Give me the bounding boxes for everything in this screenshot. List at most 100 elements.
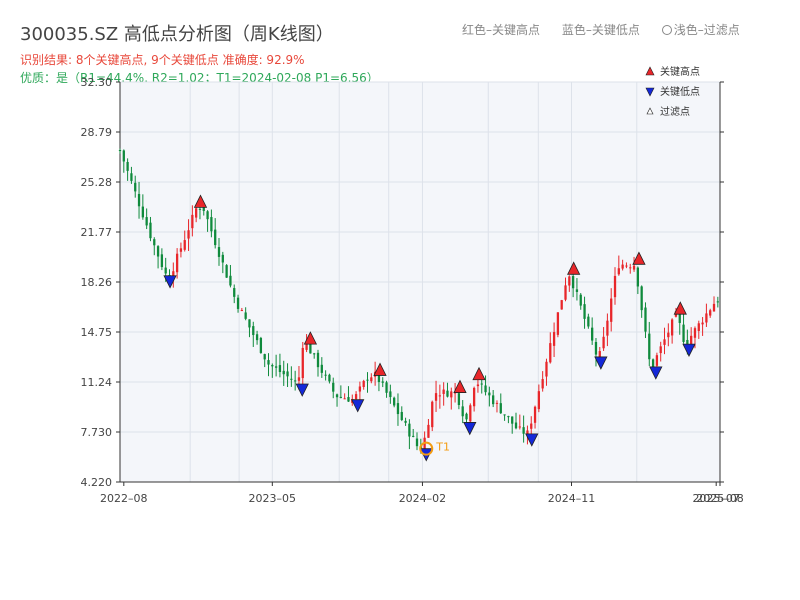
candle-body bbox=[472, 387, 476, 407]
candle-body bbox=[415, 438, 419, 447]
candle-body bbox=[183, 240, 186, 250]
candle-body bbox=[571, 276, 575, 289]
candle-body bbox=[412, 435, 415, 437]
candle-body bbox=[442, 389, 445, 394]
legend-high-icon bbox=[645, 66, 655, 76]
candle-body bbox=[370, 377, 373, 382]
candle-body bbox=[274, 366, 278, 368]
y-tick-label: 28.79 bbox=[81, 126, 113, 139]
candle-body bbox=[122, 150, 125, 162]
candle-body bbox=[434, 393, 438, 401]
candle-body bbox=[324, 374, 327, 376]
candle-body bbox=[712, 303, 716, 312]
candle-body bbox=[522, 427, 525, 434]
candle-body bbox=[667, 332, 670, 338]
candle-body bbox=[670, 319, 674, 336]
candle-body bbox=[450, 391, 453, 398]
candle-body bbox=[651, 359, 655, 367]
candle-body bbox=[286, 371, 289, 377]
candle-body bbox=[248, 319, 251, 328]
candle-body bbox=[495, 402, 499, 404]
candle-body bbox=[697, 323, 700, 332]
candle-body bbox=[640, 286, 643, 311]
candle-body bbox=[130, 173, 133, 181]
candle-body bbox=[366, 379, 369, 381]
candle-body bbox=[240, 310, 243, 312]
candle-body bbox=[259, 337, 263, 353]
candle-body bbox=[404, 420, 407, 423]
candle-body bbox=[556, 312, 560, 335]
candle-body bbox=[175, 253, 179, 273]
candle-body bbox=[606, 320, 609, 336]
candle-body bbox=[484, 385, 487, 393]
candle-body bbox=[663, 339, 666, 345]
x-tick-label: 2022–08 bbox=[100, 492, 148, 505]
candle-body bbox=[545, 361, 548, 377]
candle-body bbox=[602, 336, 605, 349]
candle-body bbox=[320, 364, 323, 373]
candle-body bbox=[271, 365, 274, 367]
candle-body bbox=[632, 265, 636, 270]
candle-body bbox=[343, 398, 346, 400]
candlestick-chart: 4.220 7.730 11.24 14.75 18.26 21.77 25.28 28.79… bbox=[81, 65, 744, 505]
candle-body bbox=[503, 414, 506, 416]
y-tick-label: 7.730 bbox=[81, 426, 113, 439]
candle-body bbox=[579, 294, 582, 306]
candle-body bbox=[347, 397, 350, 402]
candle-body bbox=[636, 267, 640, 287]
candle-body bbox=[362, 380, 365, 387]
candle-body bbox=[598, 351, 601, 358]
candle-body bbox=[381, 381, 384, 383]
candle-body bbox=[335, 394, 339, 398]
candle-body bbox=[594, 341, 598, 355]
candle-body bbox=[236, 297, 240, 309]
candle-body bbox=[210, 217, 213, 232]
candle-body bbox=[530, 423, 533, 429]
candle-body bbox=[617, 268, 620, 275]
candle-body bbox=[686, 339, 689, 345]
candle-body bbox=[465, 413, 468, 420]
candle-body bbox=[541, 379, 544, 389]
candle-body bbox=[648, 333, 651, 360]
candle-body bbox=[655, 355, 659, 366]
candle-body bbox=[118, 150, 122, 152]
candle-body bbox=[705, 313, 708, 323]
candle-body bbox=[233, 288, 236, 297]
candle-body bbox=[682, 324, 685, 342]
y-tick-label: 21.77 bbox=[81, 226, 113, 239]
candle-body bbox=[492, 395, 495, 405]
candle-body bbox=[514, 422, 518, 429]
candle-body bbox=[187, 230, 190, 239]
candle-body bbox=[564, 285, 567, 300]
candle-body bbox=[206, 211, 209, 220]
candle-body bbox=[499, 403, 502, 414]
candle-body bbox=[332, 382, 335, 392]
candle-body bbox=[278, 365, 282, 373]
candle-body bbox=[659, 346, 662, 354]
candle-body bbox=[560, 300, 563, 310]
candle-body bbox=[153, 239, 156, 246]
candle-body bbox=[316, 352, 320, 368]
candle-body bbox=[229, 275, 232, 286]
candle-body bbox=[518, 426, 521, 428]
candle-body bbox=[137, 193, 141, 207]
candle-body bbox=[591, 327, 594, 341]
candle-body bbox=[427, 424, 430, 438]
candle-body bbox=[461, 406, 464, 417]
legend-label: 关键高点 bbox=[660, 65, 700, 78]
candle-body bbox=[511, 416, 514, 424]
candle-body bbox=[552, 332, 556, 346]
candle-body bbox=[537, 391, 541, 410]
candle-body bbox=[164, 267, 167, 274]
legend-label: 关键低点 bbox=[660, 85, 700, 98]
candle-body bbox=[217, 247, 221, 257]
candle-body bbox=[358, 386, 362, 392]
candle-body bbox=[400, 411, 403, 420]
x-tick-label: 2023–05 bbox=[249, 492, 297, 505]
candle-body bbox=[549, 343, 552, 363]
candle-body bbox=[141, 206, 144, 218]
candle-body bbox=[145, 217, 148, 226]
candle-body bbox=[583, 304, 586, 319]
candle-body bbox=[621, 264, 624, 269]
candle-body bbox=[575, 289, 579, 292]
